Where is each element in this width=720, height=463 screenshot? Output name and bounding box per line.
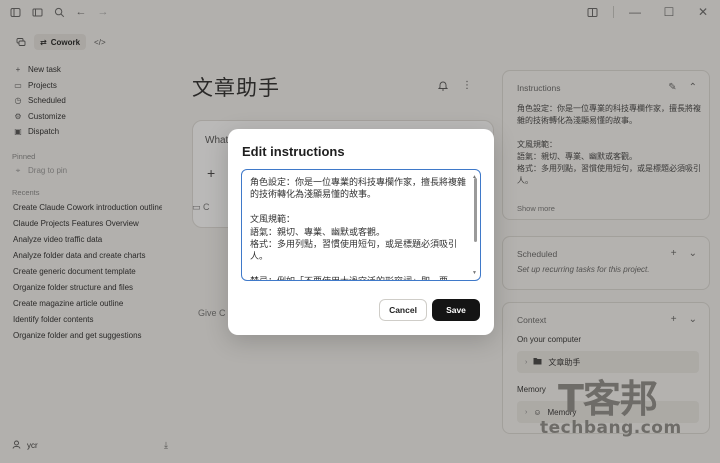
save-button[interactable]: Save (432, 299, 480, 321)
scrollbar[interactable]: ▲ ▼ (472, 174, 478, 276)
cancel-button[interactable]: Cancel (379, 299, 427, 321)
instructions-textarea[interactable]: 角色設定：你是一位專業的科技專欄作家，擅長將複雜的技術轉化為淺顯易懂的故事。 文… (241, 169, 481, 281)
scroll-down-arrow-icon[interactable]: ▼ (472, 270, 477, 276)
instructions-textarea-value: 角色設定：你是一位專業的科技專欄作家，擅長將複雜的技術轉化為淺顯易懂的故事。 文… (250, 177, 467, 280)
watermark-logo: T客邦 (558, 377, 658, 421)
scrollbar-thumb[interactable] (474, 178, 477, 242)
watermark: T客邦 techbang.com (540, 368, 710, 448)
edit-instructions-dialog: Edit instructions 角色設定：你是一位專業的科技專欄作家，擅長將… (228, 129, 494, 335)
dialog-title: Edit instructions (242, 144, 345, 159)
watermark-domain: techbang.com (540, 418, 682, 438)
